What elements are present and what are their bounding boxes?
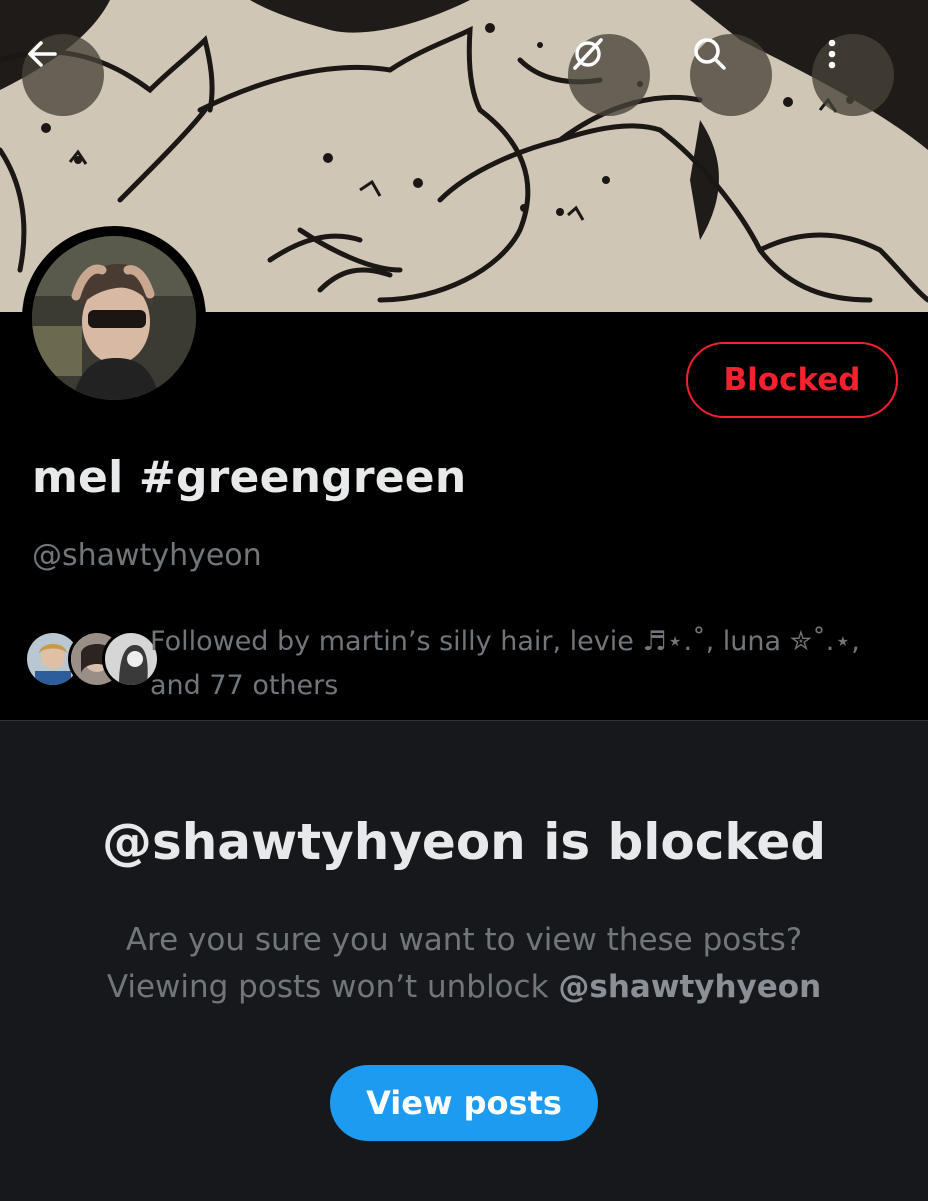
more-button[interactable]: [812, 34, 894, 116]
view-posts-button[interactable]: View posts: [330, 1065, 598, 1141]
back-button[interactable]: [22, 34, 104, 116]
profile-handle: @shawtyhyeon: [32, 538, 262, 573]
blocked-button[interactable]: Blocked: [686, 342, 898, 418]
grok-button[interactable]: [568, 34, 650, 116]
followed-by-text: Followed by martin’s silly hair, levie ♬…: [150, 620, 890, 708]
arrow-left-icon: [28, 41, 57, 67]
followed-by-row[interactable]: Followed by martin’s silly hair, levie ♬…: [22, 620, 902, 701]
more-vertical-icon: [828, 39, 836, 69]
blocked-message-line2: Viewing posts won’t unblock @shawtyhyeon: [0, 964, 928, 1011]
search-icon: [694, 38, 726, 70]
grok-icon: [573, 38, 603, 70]
blocked-message-line1: Are you sure you want to view these post…: [125, 922, 803, 958]
display-name: mel #greengreen: [32, 452, 467, 503]
blocked-title: @shawtyhyeon is blocked: [101, 813, 827, 871]
profile-avatar[interactable]: [32, 236, 196, 400]
avatar-photo: [32, 236, 196, 400]
profile-avatar-ring: [22, 226, 206, 410]
blocked-message: Are you sure you want to view these post…: [0, 917, 928, 1011]
followed-by-count: and 77 others: [150, 670, 339, 701]
blocked-panel: @shawtyhyeon is blocked Are you sure you…: [0, 720, 928, 1201]
search-button[interactable]: [690, 34, 772, 116]
blocked-message-prefix: Viewing posts won’t unblock: [106, 969, 559, 1005]
followed-by-names: Followed by martin’s silly hair, levie ♬…: [150, 626, 860, 657]
blocked-message-handle: @shawtyhyeon: [558, 969, 822, 1005]
